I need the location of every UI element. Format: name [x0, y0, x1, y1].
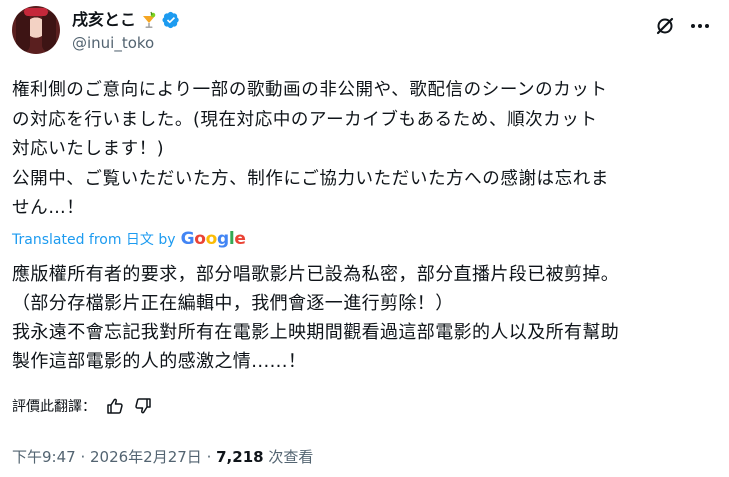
- verified-badge-icon[interactable]: [162, 11, 180, 29]
- meta-separator: ·: [75, 448, 90, 466]
- tweet-header: 戌亥とこ @inui_toko: [12, 6, 717, 62]
- translated-line: 我永遠不會忘記我對所有在電影上映期間觀看過這部電影的人以及所有幫助: [12, 322, 620, 343]
- thumbs-down-icon[interactable]: [134, 397, 152, 415]
- tweet-original-text: 権利側のご意向により一部の歌動画の非公開や、歌配信のシーンのカット の対応を行い…: [12, 76, 717, 224]
- meta-separator: ·: [201, 448, 217, 466]
- thumbs-up-icon[interactable]: [106, 397, 124, 415]
- translated-line: 應版權所有者的要求，部分唱歌影片已設為私密，部分直播片段已被剪掉。: [12, 264, 620, 285]
- avatar[interactable]: [12, 6, 60, 54]
- rate-translation-label: 評價此翻譯：: [12, 399, 96, 415]
- rate-translation-row: 評價此翻譯：: [12, 396, 152, 416]
- views-label: 次查看: [268, 448, 314, 466]
- tweet-date[interactable]: 2026年2月27日: [90, 448, 202, 466]
- original-line: 公開中、ご覧いただいた方、制作にご協力いただいた方への感謝は忘れま: [12, 168, 609, 189]
- google-logo: Google: [180, 229, 246, 249]
- tweet-meta: 下午9:47 · 2026年2月27日 · 7,218 次查看: [12, 446, 313, 467]
- more-horizontal-icon[interactable]: [689, 16, 711, 36]
- tweet-translated-text: 應版權所有者的要求，部分唱歌影片已設為私密，部分直播片段已被剪掉。 （部分存檔影…: [12, 260, 717, 376]
- display-name[interactable]: 戌亥とこ: [72, 10, 136, 30]
- original-line: 権利側のご意向により一部の歌動画の非公開や、歌配信のシーンのカット: [12, 80, 608, 100]
- tweet-time[interactable]: 下午9:47: [12, 448, 76, 466]
- cocktail-emoji-icon: [140, 11, 158, 29]
- translated-line: （部分存檔影片正在編輯中，我們會逐一進行剪除！）: [12, 293, 454, 314]
- translated-from-link[interactable]: Translated from 日文 by Google: [12, 229, 246, 249]
- handle[interactable]: @inui_toko: [72, 33, 154, 53]
- original-line: 対応いたします！): [12, 139, 165, 159]
- grok-icon[interactable]: [655, 16, 675, 36]
- name-row: 戌亥とこ: [72, 10, 180, 30]
- translated-line: 製作這部電影的人的感激之情......！: [12, 351, 307, 372]
- translated-from-label: Translated from 日文 by: [12, 232, 176, 248]
- original-line: の対応を行いました。(現在対応中のアーカイブもあるため、順次カット: [12, 109, 598, 130]
- views-count: 7,218: [216, 448, 264, 466]
- original-line: せん…！: [12, 198, 85, 218]
